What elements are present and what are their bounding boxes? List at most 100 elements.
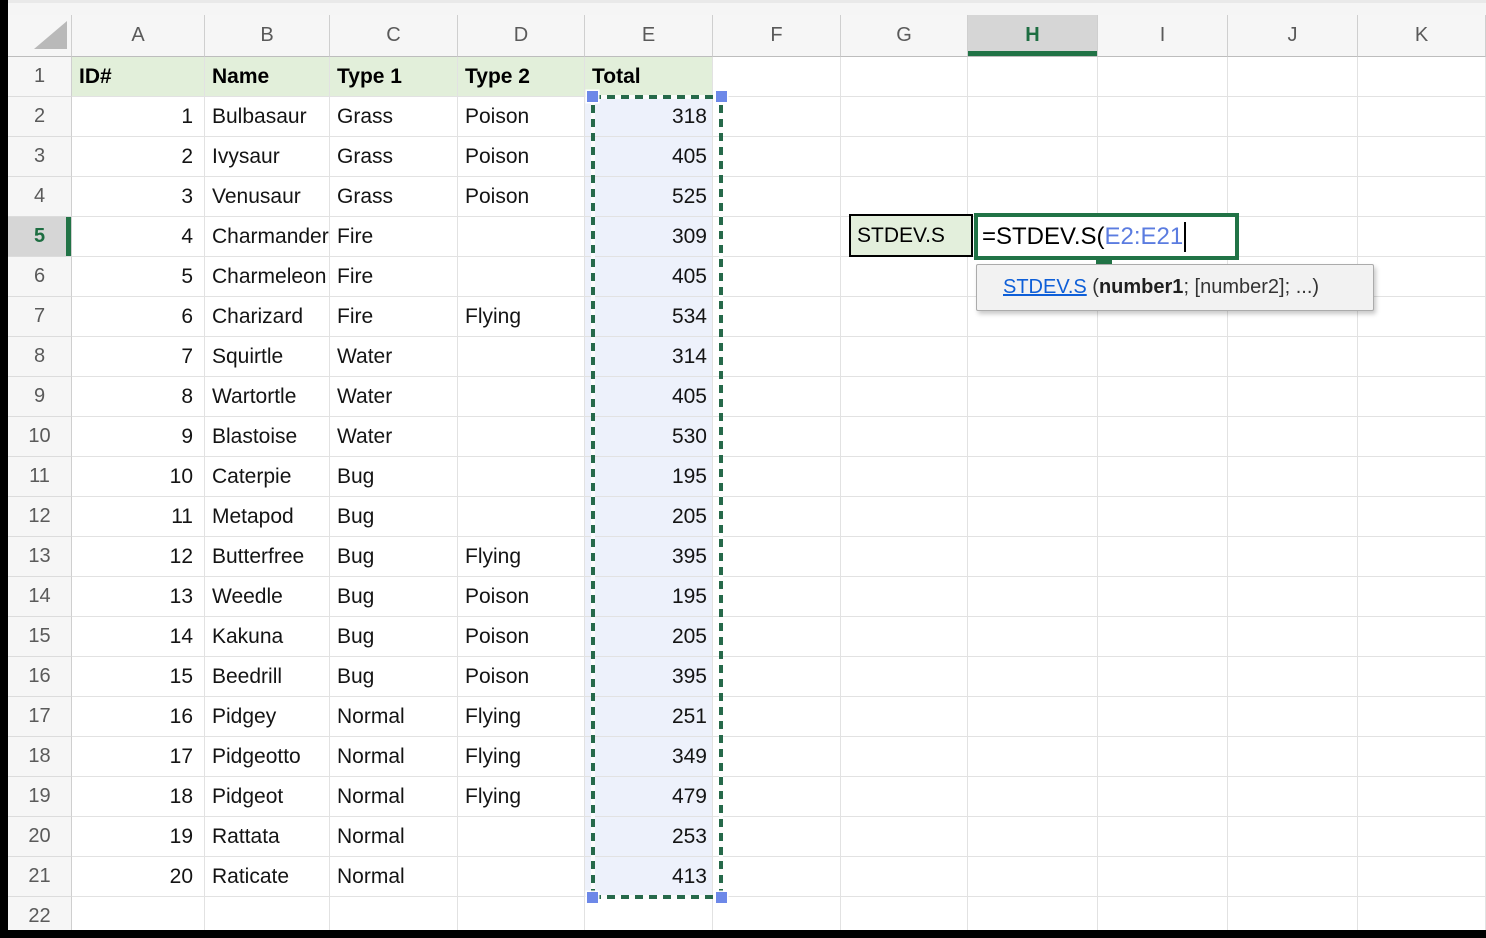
cell-C3[interactable]: Grass [330, 137, 458, 177]
cell-F7[interactable] [713, 297, 841, 337]
cell-A9[interactable]: 8 [72, 377, 205, 417]
cell-E21[interactable]: 413 [585, 857, 713, 897]
row-header-13[interactable]: 13 [8, 537, 72, 577]
row-header-6[interactable]: 6 [8, 257, 72, 297]
cell-D18[interactable]: Flying [458, 737, 585, 777]
cell-G10[interactable] [841, 417, 968, 457]
cell-B12[interactable]: Metapod [205, 497, 330, 537]
cell-K19[interactable] [1358, 777, 1486, 817]
cell-E16[interactable]: 395 [585, 657, 713, 697]
cell-B16[interactable]: Beedrill [205, 657, 330, 697]
cell-C19[interactable]: Normal [330, 777, 458, 817]
cell-I18[interactable] [1098, 737, 1228, 777]
cell-E12[interactable]: 205 [585, 497, 713, 537]
cell-K9[interactable] [1358, 377, 1486, 417]
cell-I17[interactable] [1098, 697, 1228, 737]
cell-G15[interactable] [841, 617, 968, 657]
cell-J15[interactable] [1228, 617, 1358, 657]
cell-H2[interactable] [968, 97, 1098, 137]
cell-I1[interactable] [1098, 57, 1228, 97]
row-header-14[interactable]: 14 [8, 577, 72, 617]
cell-D2[interactable]: Poison [458, 97, 585, 137]
cell-A10[interactable]: 9 [72, 417, 205, 457]
cell-K2[interactable] [1358, 97, 1486, 137]
cell-E8[interactable]: 314 [585, 337, 713, 377]
column-header-E[interactable]: E [585, 15, 713, 57]
cell-A20[interactable]: 19 [72, 817, 205, 857]
cell-C20[interactable]: Normal [330, 817, 458, 857]
cell-J21[interactable] [1228, 857, 1358, 897]
cell-C14[interactable]: Bug [330, 577, 458, 617]
cell-K20[interactable] [1358, 817, 1486, 857]
cell-F5[interactable] [713, 217, 841, 257]
cell-A4[interactable]: 3 [72, 177, 205, 217]
cell-F6[interactable] [713, 257, 841, 297]
cell-H15[interactable] [968, 617, 1098, 657]
cell-G8[interactable] [841, 337, 968, 377]
cell-B3[interactable]: Ivysaur [205, 137, 330, 177]
cell-H5-formula-editor[interactable]: =STDEV.S(E2:E21 [974, 213, 1239, 260]
cell-I8[interactable] [1098, 337, 1228, 377]
cell-A12[interactable]: 11 [72, 497, 205, 537]
cell-K3[interactable] [1358, 137, 1486, 177]
column-header-G[interactable]: G [841, 15, 968, 57]
cell-B4[interactable]: Venusaur [205, 177, 330, 217]
column-header-D[interactable]: D [458, 15, 585, 57]
cell-F21[interactable] [713, 857, 841, 897]
cell-B20[interactable]: Rattata [205, 817, 330, 857]
cell-D3[interactable]: Poison [458, 137, 585, 177]
cell-J12[interactable] [1228, 497, 1358, 537]
cell-G3[interactable] [841, 137, 968, 177]
cell-J9[interactable] [1228, 377, 1358, 417]
cell-B17[interactable]: Pidgey [205, 697, 330, 737]
cell-H9[interactable] [968, 377, 1098, 417]
cell-C1[interactable]: Type 1 [330, 57, 458, 97]
cell-G21[interactable] [841, 857, 968, 897]
cell-F20[interactable] [713, 817, 841, 857]
cell-K7[interactable] [1358, 297, 1486, 337]
select-all-corner[interactable] [8, 15, 72, 57]
cell-K16[interactable] [1358, 657, 1486, 697]
cell-G1[interactable] [841, 57, 968, 97]
cell-I15[interactable] [1098, 617, 1228, 657]
cell-B21[interactable]: Raticate [205, 857, 330, 897]
cell-H16[interactable] [968, 657, 1098, 697]
cell-I21[interactable] [1098, 857, 1228, 897]
cell-C2[interactable]: Grass [330, 97, 458, 137]
cell-A2[interactable]: 1 [72, 97, 205, 137]
cell-G17[interactable] [841, 697, 968, 737]
cell-K21[interactable] [1358, 857, 1486, 897]
cell-G6[interactable] [841, 257, 968, 297]
cell-K6[interactable] [1358, 257, 1486, 297]
cell-H11[interactable] [968, 457, 1098, 497]
cell-A15[interactable]: 14 [72, 617, 205, 657]
cell-E20[interactable]: 253 [585, 817, 713, 857]
cell-H8[interactable] [968, 337, 1098, 377]
cell-D4[interactable]: Poison [458, 177, 585, 217]
cell-D5[interactable] [458, 217, 585, 257]
cell-C5[interactable]: Fire [330, 217, 458, 257]
cell-E7[interactable]: 534 [585, 297, 713, 337]
cell-E5[interactable]: 309 [585, 217, 713, 257]
cell-E15[interactable]: 205 [585, 617, 713, 657]
cell-K5[interactable] [1358, 217, 1486, 257]
cell-A6[interactable]: 5 [72, 257, 205, 297]
cell-H12[interactable] [968, 497, 1098, 537]
cell-F18[interactable] [713, 737, 841, 777]
cell-J17[interactable] [1228, 697, 1358, 737]
cell-E11[interactable]: 195 [585, 457, 713, 497]
cell-K11[interactable] [1358, 457, 1486, 497]
cell-H21[interactable] [968, 857, 1098, 897]
cell-B11[interactable]: Caterpie [205, 457, 330, 497]
cell-A19[interactable]: 18 [72, 777, 205, 817]
row-header-16[interactable]: 16 [8, 657, 72, 697]
cell-B18[interactable]: Pidgeotto [205, 737, 330, 777]
column-header-K[interactable]: K [1358, 15, 1486, 57]
cell-B9[interactable]: Wartortle [205, 377, 330, 417]
cell-J5[interactable] [1228, 217, 1358, 257]
cell-E3[interactable]: 405 [585, 137, 713, 177]
cell-J11[interactable] [1228, 457, 1358, 497]
cell-B15[interactable]: Kakuna [205, 617, 330, 657]
cell-B5[interactable]: Charmander [205, 217, 330, 257]
cell-I3[interactable] [1098, 137, 1228, 177]
